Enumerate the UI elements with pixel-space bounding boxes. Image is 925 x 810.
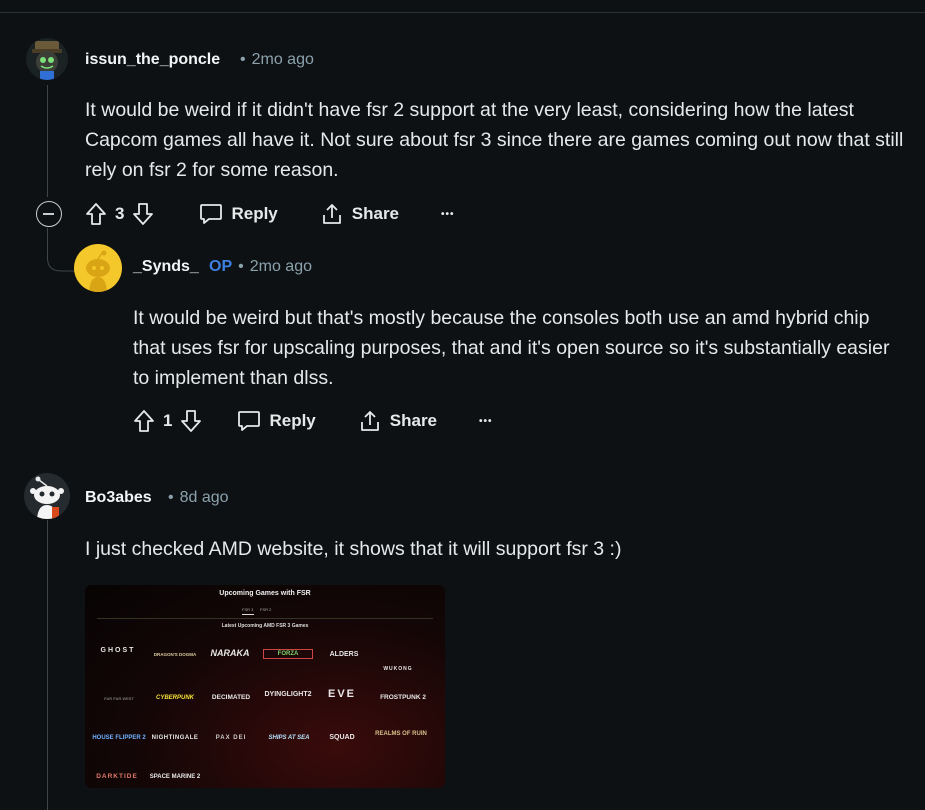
game-logo: FAR FAR WEST — [104, 696, 134, 701]
vote-group: 1 — [133, 409, 202, 433]
game-logo: EVE — [327, 688, 356, 700]
more-options-button[interactable]: ••• — [479, 416, 493, 427]
timestamp: 8d ago — [179, 489, 229, 506]
comment-body: It would be weird but that's mostly beca… — [133, 307, 890, 389]
game-logo: SHIPS AT SEA — [268, 735, 310, 741]
game-logo: GHOST — [100, 647, 136, 654]
avatar[interactable] — [74, 244, 122, 292]
thread-branch — [47, 228, 75, 272]
op-badge: OP — [209, 258, 233, 275]
downvote-icon[interactable] — [132, 202, 154, 226]
game-logo: NARAKA — [210, 648, 250, 658]
avatar-icon — [32, 41, 62, 80]
game-logo: DYINGLIGHT2 — [264, 691, 312, 698]
share-button[interactable]: Share — [320, 202, 399, 226]
downvote-icon[interactable] — [180, 409, 202, 433]
comment-icon — [237, 410, 261, 432]
share-icon — [358, 409, 382, 433]
share-icon — [320, 202, 344, 226]
upvote-icon[interactable] — [85, 202, 107, 226]
image-title: Upcoming Games with FSR — [219, 590, 311, 597]
comment-icon — [199, 203, 223, 225]
thread-line — [47, 520, 48, 810]
game-logo: DRAGON'S DOGMA — [153, 652, 197, 657]
game-logo: CYBERPUNK — [155, 695, 194, 701]
game-logo: SPACE MARINE 2 — [149, 774, 201, 780]
game-logo: HOUSE FLIPPER 2 — [92, 735, 146, 741]
snoo-avatar-icon — [30, 476, 64, 519]
game-logo: FORZA — [263, 649, 313, 659]
comment-meta: OP • 2mo ago — [209, 258, 312, 275]
comment-meta: • 8d ago — [168, 489, 229, 506]
reply-button[interactable]: Reply — [199, 203, 278, 225]
vote-count: 3 — [115, 204, 125, 223]
comment-body: I just checked AMD website, it shows tha… — [85, 538, 622, 560]
game-logo: SQUAD — [329, 734, 355, 741]
username[interactable]: _Synds_ — [133, 258, 199, 276]
image-divider — [97, 618, 433, 619]
game-logo: FROSTPUNK 2 — [380, 694, 426, 701]
game-logo: NIGHTINGALE — [151, 735, 199, 741]
more-icon: ••• — [479, 415, 493, 427]
top-divider — [0, 12, 925, 13]
game-logo: WUKONG — [383, 666, 413, 672]
snoo-avatar-icon — [86, 250, 110, 292]
game-logo: PAX DEI — [215, 735, 247, 741]
thread-line — [47, 85, 48, 197]
comment-actions: 3 Reply Share ••• — [85, 200, 455, 228]
vote-group: 3 — [85, 202, 154, 226]
share-button[interactable]: Share — [358, 409, 437, 433]
game-logo: DARKTIDE — [96, 773, 138, 780]
image-tabs: FSR 3 FSR 2 — [242, 607, 272, 612]
embedded-image[interactable]: Upcoming Games with FSR FSR 3 FSR 2 Late… — [85, 585, 445, 788]
game-logo: ALDERS — [329, 651, 359, 658]
more-options-button[interactable]: ••• — [441, 209, 455, 220]
username[interactable]: issun_the_poncle — [85, 51, 220, 69]
image-subtitle: Latest Upcoming AMD FSR 3 Games — [221, 623, 309, 629]
comment-body: It would be weird if it didn't have fsr … — [85, 99, 904, 181]
timestamp: 2mo ago — [249, 258, 312, 275]
upvote-icon[interactable] — [133, 409, 155, 433]
game-logo: DECIMATED — [211, 694, 251, 701]
game-logo: REALMS OF RUIN — [375, 731, 427, 737]
comment-meta: • 2mo ago — [240, 51, 314, 68]
avatar[interactable] — [24, 473, 70, 519]
vote-count: 1 — [163, 411, 173, 430]
comment-actions: 1 Reply Share ••• — [133, 407, 493, 435]
collapse-thread-button[interactable] — [36, 201, 62, 227]
more-icon: ••• — [441, 208, 455, 220]
avatar[interactable] — [26, 38, 68, 80]
username[interactable]: Bo3abes — [85, 489, 152, 507]
image-tab-underline — [242, 614, 254, 615]
timestamp: 2mo ago — [251, 51, 314, 68]
reply-button[interactable]: Reply — [237, 410, 316, 432]
